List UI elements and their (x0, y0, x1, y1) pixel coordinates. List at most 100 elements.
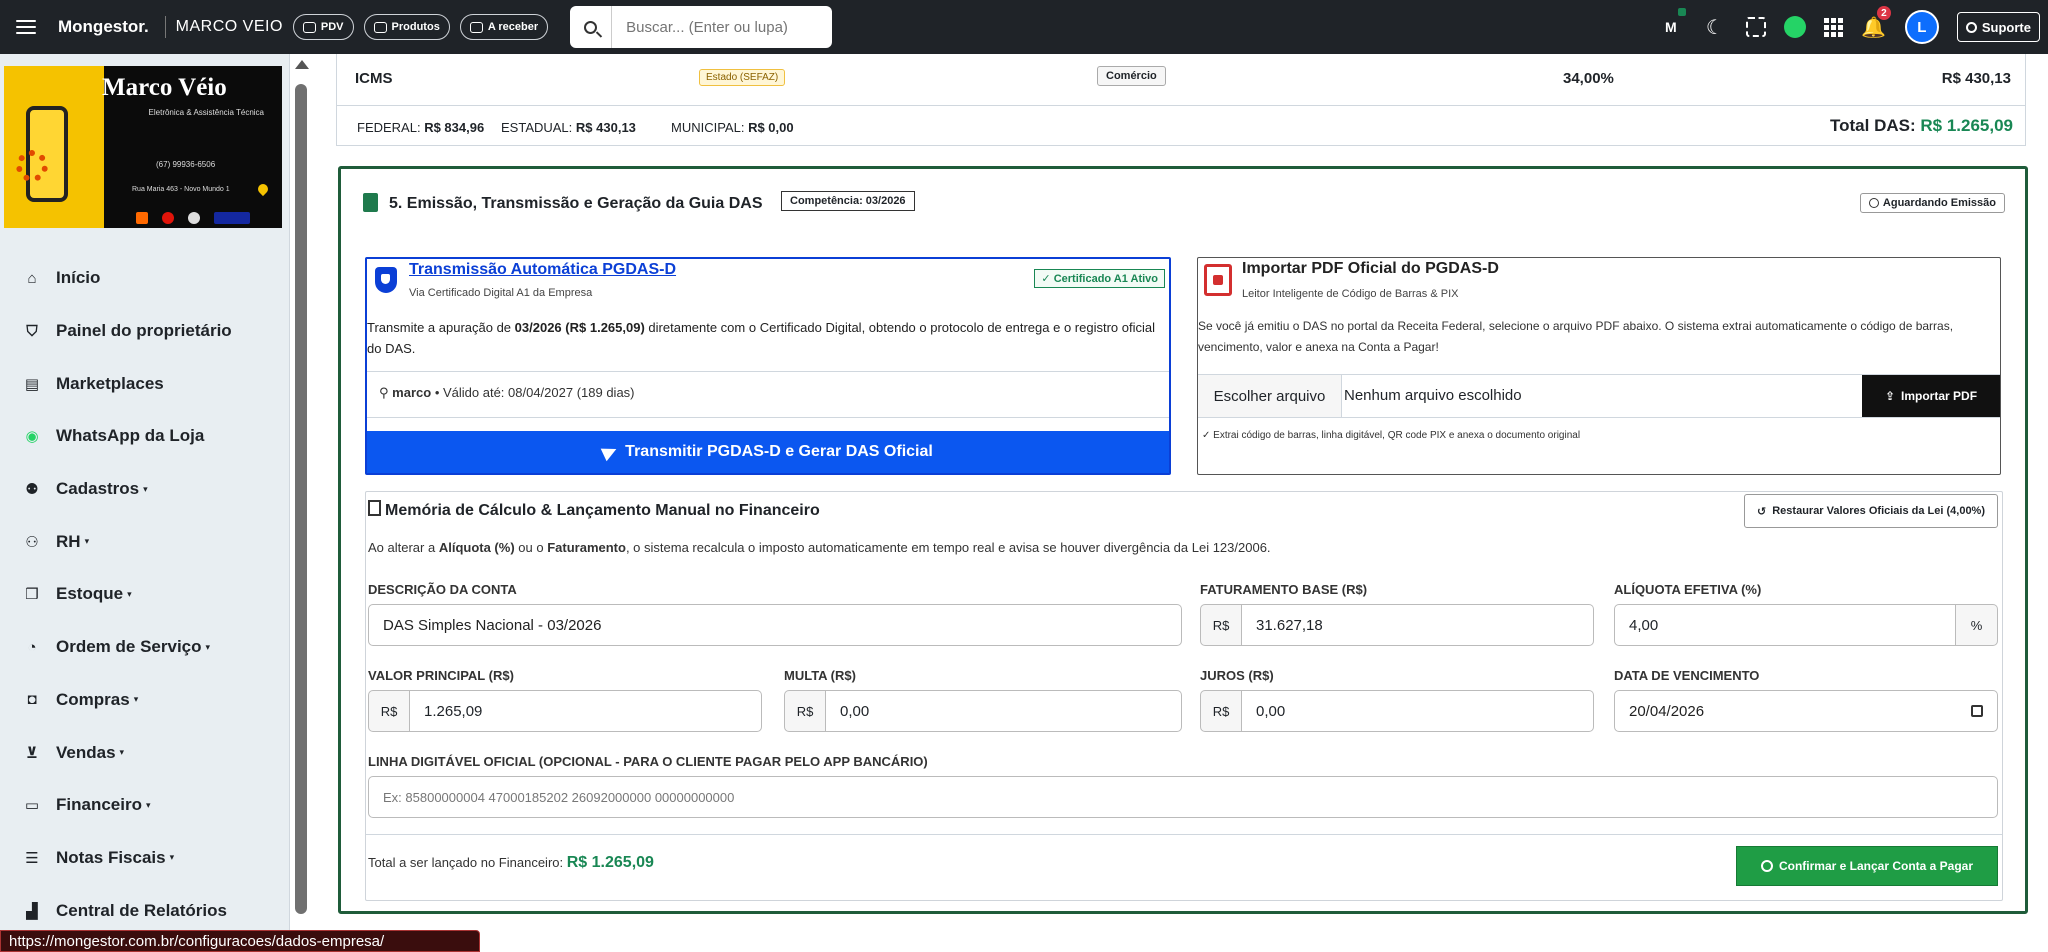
top-actions: M ☾ 🔔 2 L Suporte (1658, 0, 2040, 54)
sidebar-item-ordem-servico[interactable]: ◔ Ordem de Serviço ▾ (0, 621, 288, 674)
mercado-livre-icon[interactable]: M (1658, 8, 1686, 40)
fullscreen-icon[interactable] (1745, 17, 1766, 37)
a-receber-button[interactable]: A receber (459, 14, 549, 40)
sidebar-nav: ⌂ Início ⛉ Painel do proprietário ▤ Marketp… (0, 252, 288, 937)
chevron-down-icon: ▾ (127, 588, 132, 599)
sidebar-item-marketplaces[interactable]: ▤ Marketplaces (0, 357, 288, 410)
produtos-button[interactable]: Produtos (363, 14, 450, 40)
upload-icon: ⇪ (1884, 389, 1896, 403)
search-bar (570, 6, 833, 48)
import-pdf-button[interactable]: ⇪ Importar PDF (1862, 375, 2000, 417)
cart-icon: ⊻ (25, 744, 39, 762)
totals-row: FEDERAL: R$ 834,96 ESTADUAL: R$ 430,13 M… (357, 116, 2013, 135)
transmission-card: Transmissão Automática PGDAS-D Via Certi… (365, 257, 1171, 475)
transmission-description: Transmite a apuração de 03/2026 (R$ 1.26… (367, 320, 1155, 356)
file-input[interactable]: Escolher arquivo Nenhum arquivo escolhid… (1198, 374, 2000, 418)
whatsapp-icon[interactable] (1783, 16, 1806, 38)
wrench-icon: ◔ (27, 638, 37, 656)
search-button[interactable] (570, 6, 613, 48)
company-name: MARCO VEIO (175, 18, 283, 35)
restore-values-button[interactable]: ↺ Restaurar Valores Oficiais da Lei (4,00… (1744, 494, 1998, 528)
calculation-card: Memória de Cálculo & Lançamento Manual n… (365, 491, 2003, 901)
chevron-down-icon: ▾ (205, 641, 211, 652)
choose-file-button[interactable]: Escolher arquivo (1198, 375, 1342, 417)
transmit-button[interactable]: Transmitir PGDAS-D e Gerar DAS Oficial (367, 431, 1169, 473)
clock-icon (1868, 198, 1879, 208)
xiaomi-icon (136, 212, 148, 224)
sidebar-item-inicio[interactable]: ⌂ Início (0, 252, 288, 305)
document-icon (363, 193, 378, 212)
sidebar-item-compras[interactable]: ◘ Compras ▾ (0, 674, 288, 727)
bell-icon[interactable]: 🔔 2 (1861, 6, 1891, 40)
section-header: 5. Emissão, Transmissão e Geração da Gui… (341, 169, 2025, 237)
brand-divider (164, 16, 166, 38)
das-emission-section: 5. Emissão, Transmissão e Geração da Gui… (338, 166, 2028, 914)
pdf-icon (1204, 264, 1232, 296)
vencimento-date-input[interactable]: 20/04/2026 (1614, 690, 1998, 732)
bag-icon: ◘ (27, 691, 37, 709)
chevron-down-icon: ▾ (143, 483, 148, 494)
multa-input[interactable]: R$ 0,00 (784, 690, 1182, 732)
wallet-icon: ▭ (24, 797, 40, 815)
faturamento-input[interactable]: R$ 31.627,18 (1200, 604, 1594, 646)
scroll-thumb[interactable] (295, 84, 307, 914)
sidebar-item-cadastros[interactable]: ⚉ Cadastros ▾ (0, 463, 288, 516)
tax-summary-table: ICMS Estado (SEFAZ) Comércio 34,00% R$ 4… (336, 54, 2026, 146)
support-button[interactable]: Suporte (1956, 12, 2040, 42)
notification-badge: 2 (1876, 6, 1891, 20)
box-icon (373, 21, 387, 33)
moon-icon[interactable]: ☾ (1702, 14, 1728, 40)
calendar-icon[interactable] (1971, 705, 1983, 717)
scroll-up-icon[interactable] (295, 60, 309, 69)
boxes-icon: ❒ (25, 586, 39, 604)
shield-icon: ⛉ (26, 322, 38, 340)
send-icon (600, 442, 620, 462)
brand-name[interactable]: Mongestor. (58, 17, 149, 37)
company-logo[interactable]: Marco Véio Eletrônica & Assistência Técn… (4, 66, 282, 228)
sidebar-scrollbar[interactable] (292, 54, 312, 952)
cash-register-icon (302, 21, 316, 33)
status-bar-url: https://mongestor.com.br/configuracoes/d… (0, 930, 480, 952)
sidebar-item-whatsapp[interactable]: ◉ WhatsApp da Loja (0, 410, 288, 463)
store-icon: ▤ (24, 375, 40, 393)
launch-total: Total a ser lançado no Financeiro: R$ 1.… (368, 854, 654, 871)
sidebar-item-estoque[interactable]: ❒ Estoque ▾ (0, 568, 288, 621)
pdv-button[interactable]: PDV (292, 14, 354, 40)
brand-logos (136, 212, 250, 224)
top-bar: Mongestor. MARCO VEIO PDV Produtos A rec… (0, 0, 2048, 54)
calculation-title: Memória de Cálculo & Lançamento Manual n… (368, 500, 820, 520)
chevron-down-icon: ▾ (84, 536, 90, 547)
headset-icon (1965, 21, 1977, 33)
samsung-icon (214, 212, 250, 224)
chevron-down-icon: ▾ (119, 747, 125, 758)
sidebar-item-vendas[interactable]: ⊻ Vendas ▾ (0, 726, 288, 779)
undo-icon: ↺ (1757, 505, 1767, 518)
competencia-badge: Competência: 03/2026 (781, 191, 915, 211)
sidebar-item-notas-fiscais[interactable]: ☰ Notas Fiscais ▾ (0, 832, 288, 885)
check-circle-icon (1760, 860, 1773, 872)
sidebar-item-rh[interactable]: ⚇ RH ▾ (0, 515, 288, 568)
sidebar-item-painel[interactable]: ⛉ Painel do proprietário (0, 305, 288, 358)
transmission-title[interactable]: Transmissão Automática PGDAS-D (409, 261, 676, 279)
main-content: ICMS Estado (SEFAZ) Comércio 34,00% R$ 4… (320, 54, 2038, 952)
gear-icon (16, 150, 48, 182)
aliquota-input[interactable]: 4,00 % (1614, 604, 1998, 646)
confirm-launch-button[interactable]: Confirmar e Lançar Conta a Pagar (1736, 846, 1998, 886)
juros-input[interactable]: R$ 0,00 (1200, 690, 1594, 732)
valor-principal-input[interactable]: R$ 1.265,09 (368, 690, 762, 732)
apps-grid-icon[interactable] (1823, 17, 1843, 37)
search-icon (584, 20, 598, 34)
descricao-input[interactable]: DAS Simples Nacional - 03/2026 (368, 604, 1182, 646)
status-badge: Aguardando Emissão (1859, 193, 2005, 213)
chart-icon: ▟ (26, 902, 38, 920)
linha-digitavel-input[interactable]: Ex: 85800000004 47000185202 26092000000 … (368, 776, 1998, 818)
menu-icon[interactable] (16, 20, 36, 34)
avatar[interactable]: L (1904, 10, 1939, 44)
shield-icon (375, 267, 397, 293)
home-icon: ⌂ (27, 269, 37, 287)
category-badge: Comércio (1097, 66, 1166, 86)
sidebar-item-financeiro[interactable]: ▭ Financeiro ▾ (0, 779, 288, 832)
search-input[interactable] (612, 6, 833, 48)
chevron-down-icon: ▾ (169, 852, 175, 863)
total-das: Total DAS: R$ 1.265,09 (1830, 116, 2013, 135)
